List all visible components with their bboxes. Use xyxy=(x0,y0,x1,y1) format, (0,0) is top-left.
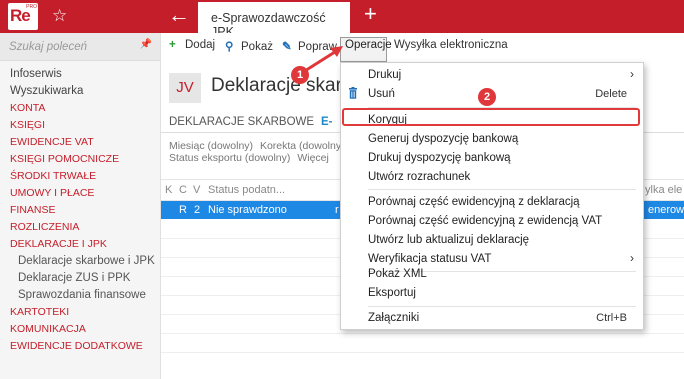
annotation-arrow xyxy=(298,46,343,76)
step-2-badge: 2 xyxy=(478,88,496,106)
step-1-badge: 1 xyxy=(291,66,309,84)
